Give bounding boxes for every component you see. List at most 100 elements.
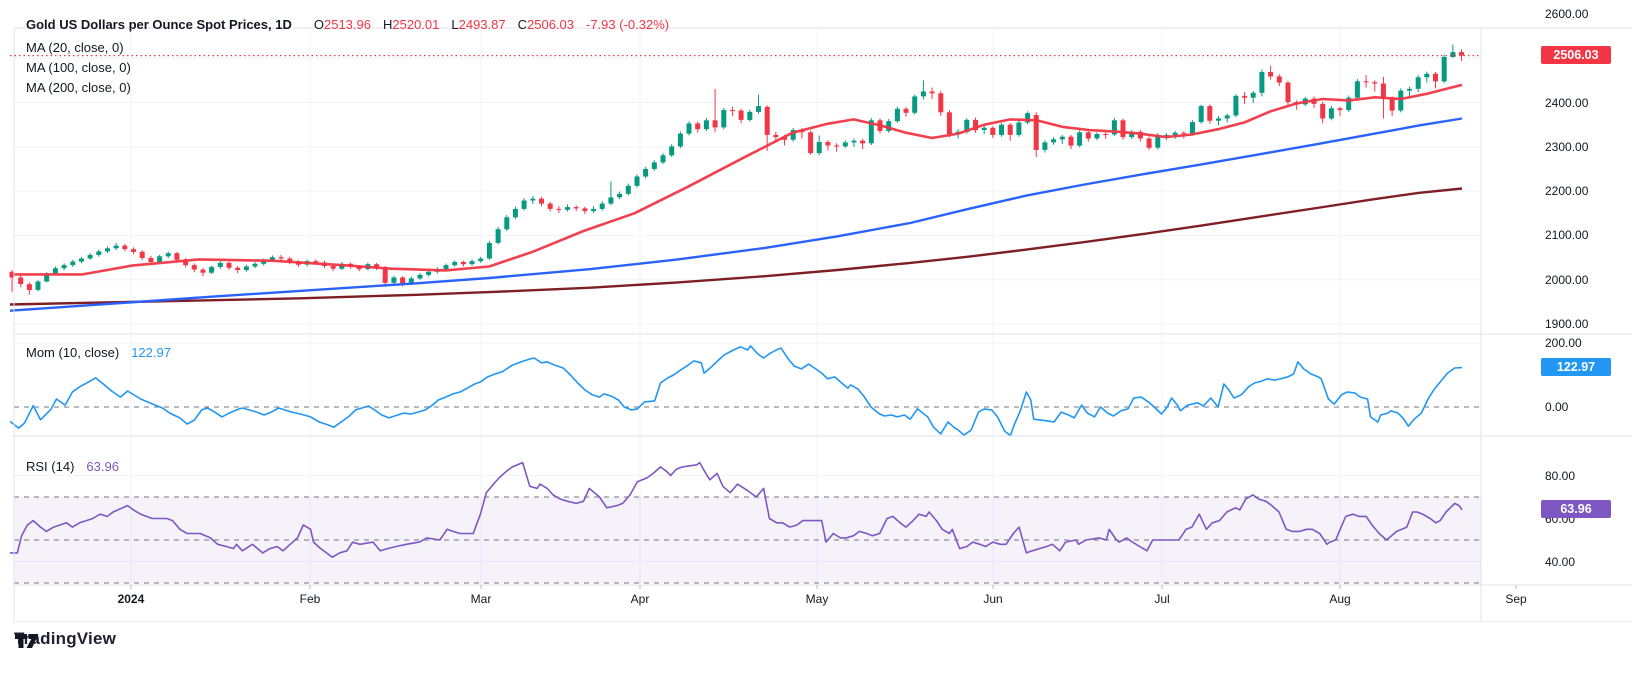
candle (1207, 106, 1212, 121)
candle (574, 207, 579, 208)
candle (1147, 139, 1152, 148)
candle (1008, 125, 1013, 135)
candle (418, 275, 423, 279)
candle (1233, 96, 1238, 116)
candle (79, 259, 84, 262)
candle (1251, 93, 1256, 98)
candle (27, 284, 32, 290)
time-axis-label: Jul (1132, 592, 1192, 606)
candle (1225, 115, 1230, 118)
ma100-label: MA (100, close, 0) (26, 60, 131, 75)
candle (591, 209, 596, 211)
legend-item-rsi[interactable]: RSI (14) 63.96 (26, 459, 119, 474)
candle (383, 268, 388, 283)
candle (174, 253, 179, 260)
price-tick-label: 2000.00 (1545, 272, 1588, 288)
candle (843, 142, 848, 146)
candle (938, 93, 943, 112)
rsi-value: 63.96 (86, 459, 119, 474)
candle (1433, 74, 1438, 82)
candle (478, 259, 483, 262)
price-change: -7.93 (-0.32%) (586, 17, 669, 32)
candle (1086, 132, 1091, 138)
candle (765, 107, 770, 135)
rsi-tick-label: 40.00 (1545, 554, 1575, 570)
time-axis[interactable]: 2024FebMarAprMayJunJulAugSep (0, 585, 1632, 622)
candle (157, 256, 162, 262)
time-axis-label: Sep (1486, 592, 1546, 606)
candle (209, 267, 214, 273)
candle (600, 204, 605, 209)
candle (70, 262, 75, 266)
candle (565, 207, 570, 210)
candle (331, 266, 336, 269)
candle (1268, 72, 1273, 76)
candle (556, 209, 561, 210)
tradingview-logo-link[interactable]: TradingView (14, 629, 116, 649)
candle (461, 262, 466, 264)
candle (1069, 137, 1074, 146)
candle (704, 120, 709, 129)
mom-tick-label: 0.00 (1545, 399, 1568, 415)
candle (990, 128, 995, 135)
symbol-legend[interactable]: Gold US Dollars per Ounce Spot Prices, 1… (26, 17, 669, 32)
candle (1016, 123, 1021, 135)
candle (122, 246, 127, 250)
candle (131, 249, 136, 252)
candle (1190, 122, 1195, 134)
mom-tick-label: 200.00 (1545, 335, 1582, 351)
time-axis-label: 2024 (101, 592, 161, 606)
ohlc-low: L2493.87 (451, 17, 505, 32)
legend-item-ma20[interactable]: MA (20, close, 0) (26, 40, 124, 55)
candle (1095, 134, 1100, 138)
rsi-tick-label: 80.00 (1545, 468, 1575, 484)
candle (1390, 98, 1395, 110)
candle (1042, 142, 1047, 150)
candle (912, 96, 917, 112)
candle (548, 204, 553, 209)
momentum-line (10, 346, 1462, 436)
ma20-line (10, 85, 1462, 275)
time-axis-label: Aug (1310, 592, 1370, 606)
candle (713, 120, 718, 127)
candle (62, 265, 67, 268)
ma200-label: MA (200, close, 0) (26, 80, 131, 95)
legend-item-ma200[interactable]: MA (200, close, 0) (26, 80, 131, 95)
candle (1372, 82, 1377, 83)
candle (947, 112, 952, 134)
candle (88, 255, 93, 259)
candle (808, 132, 813, 153)
candle (539, 199, 544, 204)
candle (1329, 108, 1334, 118)
candle (652, 162, 657, 169)
legend-item-momentum[interactable]: Mom (10, close) 122.97 (26, 345, 171, 360)
candle (444, 265, 449, 269)
candle (1216, 119, 1221, 121)
ohlc-high: H2520.01 (383, 17, 439, 32)
candle (53, 268, 58, 273)
momentum-value: 122.97 (131, 345, 171, 360)
candle (1286, 83, 1291, 103)
time-axis-label: Mar (451, 592, 511, 606)
time-axis-label: May (787, 592, 847, 606)
candle (496, 229, 501, 243)
candle (227, 263, 232, 268)
candle (773, 135, 778, 137)
legend-item-ma100[interactable]: MA (100, close, 0) (26, 60, 131, 75)
candle (487, 243, 492, 259)
candle (860, 141, 865, 144)
candle (739, 111, 744, 120)
candle (678, 134, 683, 147)
price-axis[interactable]: 2506.03 122.97 63.96 2600.002500.002400.… (1481, 0, 1632, 622)
candle (1355, 81, 1360, 97)
candle (1381, 84, 1386, 99)
price-tick-label: 2600.00 (1545, 6, 1588, 22)
candle (166, 253, 171, 256)
candle (1259, 72, 1264, 93)
candle (1407, 89, 1412, 91)
candle (626, 186, 631, 194)
price-tick-label: 2100.00 (1545, 227, 1588, 243)
candle (661, 155, 666, 162)
candle (400, 278, 405, 284)
chart-canvas[interactable] (0, 0, 1632, 674)
